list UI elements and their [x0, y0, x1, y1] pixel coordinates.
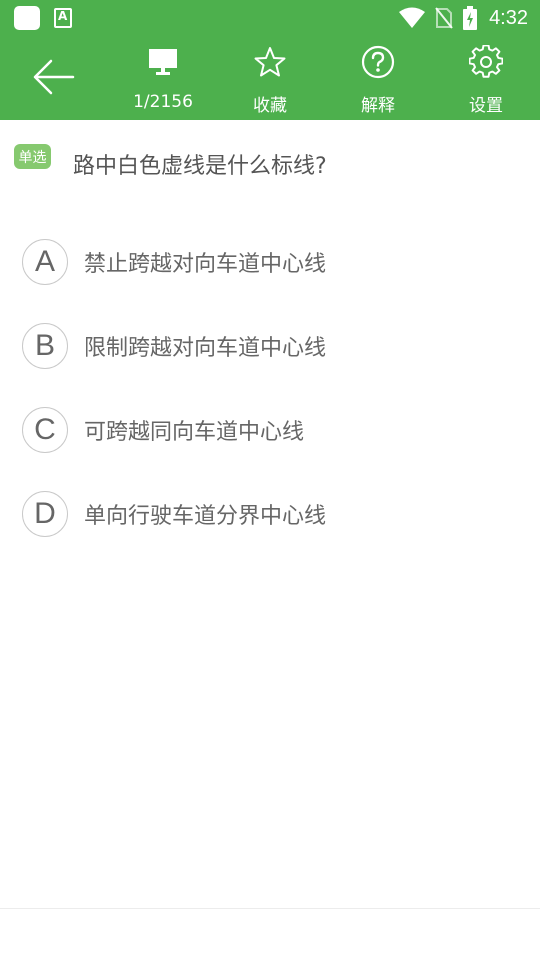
option-letter: D — [22, 491, 68, 537]
option-a[interactable]: A 禁止跨越对向车道中心线 — [22, 237, 522, 287]
star-icon — [254, 46, 286, 76]
status-bar-right: 4:32 — [399, 4, 528, 32]
option-text: 单向行驶车道分界中心线 — [84, 504, 327, 529]
status-bar: A 4:32 — [0, 0, 540, 36]
bottom-divider — [0, 908, 540, 909]
option-b[interactable]: B 限制跨越对向车道中心线 — [22, 321, 522, 371]
clock-time: 4:32 — [489, 6, 528, 29]
option-text: 禁止跨越对向车道中心线 — [84, 252, 327, 277]
app-a-icon: A — [54, 8, 72, 28]
back-button[interactable] — [26, 54, 80, 100]
no-sim-icon — [435, 7, 453, 29]
wifi-icon — [399, 7, 426, 28]
question-text: 路中白色虚线是什么标线? — [73, 154, 327, 179]
option-text: 可跨越同向车道中心线 — [84, 420, 305, 445]
settings-button[interactable]: 设置 — [441, 40, 531, 116]
battery-charging-icon — [463, 6, 478, 30]
settings-label: 设置 — [469, 96, 503, 116]
arrow-left-icon — [33, 59, 75, 95]
option-letter: C — [22, 407, 68, 453]
notification-square-icon — [14, 6, 40, 30]
question-type-badge: 单选 — [14, 144, 51, 169]
option-c[interactable]: C 可跨越同向车道中心线 — [22, 405, 522, 455]
progress-label: 1/2156 — [133, 92, 193, 112]
favorite-label: 收藏 — [253, 96, 287, 116]
option-d[interactable]: D 单向行驶车道分界中心线 — [22, 489, 522, 539]
favorite-button[interactable]: 收藏 — [225, 40, 315, 116]
question-circle-icon — [361, 45, 395, 78]
progress-button[interactable]: 1/2156 — [118, 40, 208, 116]
top-toolbar: 1/2156 收藏 解释 设置 — [0, 36, 540, 120]
gear-icon — [469, 44, 503, 78]
question-block: 单选 路中白色虚线是什么标线? — [0, 120, 540, 210]
option-letter: B — [22, 323, 68, 369]
monitor-icon — [149, 49, 177, 75]
explain-button[interactable]: 解释 — [333, 40, 423, 116]
option-text: 限制跨越对向车道中心线 — [84, 336, 327, 361]
explain-label: 解释 — [361, 96, 395, 116]
option-letter: A — [22, 239, 68, 285]
